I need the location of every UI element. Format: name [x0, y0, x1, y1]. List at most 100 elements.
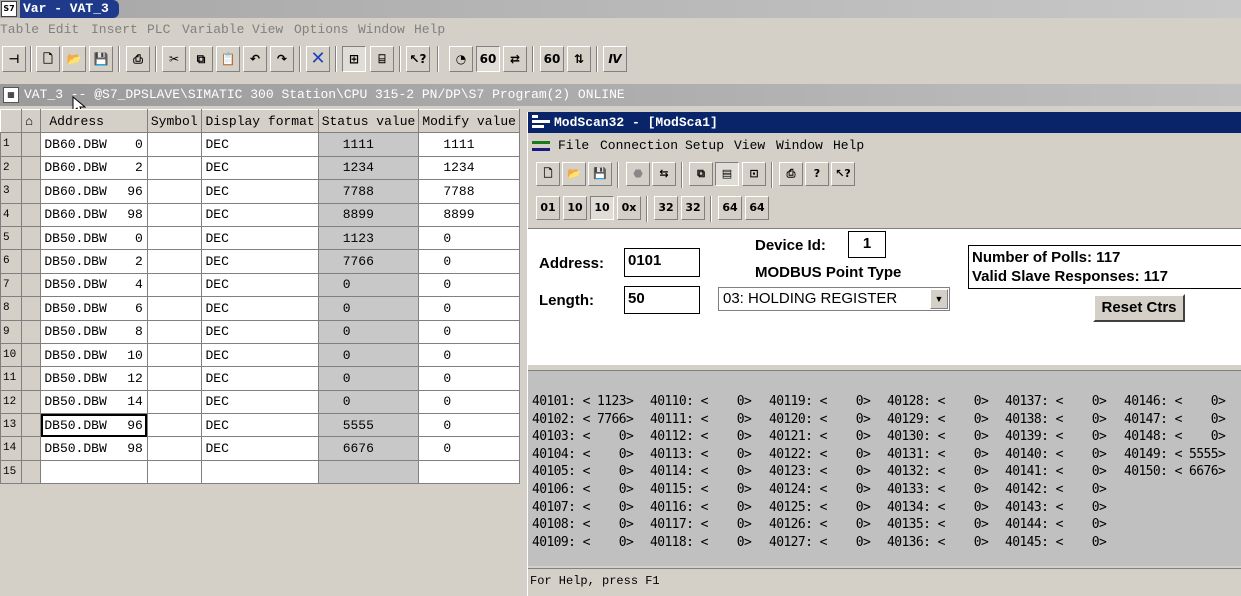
row-marker[interactable] — [21, 249, 42, 274]
delete-x-icon[interactable]: ✕ — [306, 46, 330, 72]
pin-icon[interactable]: ⊣ — [2, 46, 26, 72]
format-cell[interactable]: DEC — [201, 202, 319, 227]
register-value[interactable]: 40125: < 0> — [769, 499, 871, 517]
format-float32-swapped-icon[interactable]: 32 — [681, 196, 705, 220]
register-value[interactable]: 40147: < 0> — [1124, 411, 1226, 429]
menu-edit[interactable]: Edit — [48, 22, 79, 37]
register-value[interactable]: 40112: < 0> — [650, 428, 752, 446]
register-value[interactable]: 40122: < 0> — [769, 446, 871, 464]
about-icon[interactable]: ? — [805, 162, 829, 186]
table-row[interactable]: 6 DB50.DBW 2 DEC 7766 0 — [0, 249, 520, 274]
register-value[interactable]: 40110: < 0> — [650, 393, 752, 411]
row-marker[interactable] — [21, 366, 42, 391]
row-marker[interactable] — [21, 389, 42, 415]
symbol-cell[interactable] — [146, 366, 203, 391]
modscan-save-icon[interactable]: 💾 — [588, 162, 612, 186]
row-number[interactable]: 10 — [0, 342, 23, 368]
register-value[interactable]: 40134: < 0> — [887, 499, 989, 517]
monitor-once-icon[interactable]: 60 — [540, 46, 564, 72]
modify-value-cell[interactable]: 0 — [418, 366, 520, 391]
modify-value-cell[interactable]: 1111 — [418, 132, 520, 157]
row-number[interactable]: 15 — [0, 459, 23, 485]
select-all-cell[interactable]: ⌂ — [21, 108, 42, 134]
modscan-menu-file[interactable]: File — [558, 138, 589, 153]
register-value[interactable]: 40115: < 0> — [650, 481, 752, 499]
register-value[interactable]: 40136: < 0> — [887, 534, 989, 552]
register-value[interactable]: 40109: < 0> — [532, 534, 634, 552]
modify-value-cell[interactable]: 0 — [418, 249, 520, 274]
register-value[interactable]: 40126: < 0> — [769, 516, 871, 534]
format-float64-swapped-icon[interactable]: 64 — [745, 196, 769, 220]
menu-insert[interactable]: Insert — [91, 22, 138, 37]
row-marker[interactable] — [21, 319, 42, 344]
address-cell[interactable] — [40, 459, 148, 485]
modify-variable-icon[interactable]: ⇄ — [503, 46, 527, 72]
table-row[interactable]: 2 DB60.DBW 2 DEC 1234 1234 — [0, 155, 520, 181]
format-cell[interactable]: DEC — [201, 319, 319, 344]
connect-icon[interactable]: ⬣ — [626, 162, 650, 186]
menu-window[interactable]: Window — [358, 22, 405, 37]
modify-value-cell[interactable]: 0 — [418, 413, 520, 438]
register-value[interactable]: 40118: < 0> — [650, 534, 752, 552]
format-decimal-icon[interactable]: 10 — [563, 196, 587, 220]
modify-value-cell[interactable]: 0 — [418, 342, 520, 368]
corner-cell[interactable] — [0, 108, 23, 134]
row-marker[interactable] — [21, 296, 42, 321]
row-number[interactable]: 1 — [0, 132, 23, 157]
row-marker[interactable] — [21, 225, 42, 251]
register-value[interactable]: 40132: < 0> — [887, 463, 989, 481]
register-value[interactable]: 40150: < 6676> — [1124, 463, 1226, 481]
modscan-print-icon[interactable]: ⎙ — [779, 162, 803, 186]
register-value[interactable]: 40101: < 1123> — [532, 393, 634, 411]
table-row[interactable]: 12 DB50.DBW 14 DEC 0 0 — [0, 389, 520, 415]
address-input[interactable]: 0101 — [624, 248, 700, 277]
register-value[interactable]: 40129: < 0> — [887, 411, 989, 429]
modify-value-cell[interactable]: 0 — [418, 296, 520, 321]
paste-icon[interactable]: 📋 — [216, 46, 240, 72]
row-marker[interactable] — [21, 459, 42, 485]
length-input[interactable]: 50 — [624, 286, 700, 314]
symbol-cell[interactable] — [146, 319, 203, 344]
register-value[interactable]: 40124: < 0> — [769, 481, 871, 499]
register-value[interactable]: 40148: < 0> — [1124, 428, 1226, 446]
address-cell[interactable]: DB60.DBW 98 — [40, 202, 148, 227]
row-marker[interactable] — [21, 202, 42, 227]
new-file-icon[interactable]: 🗋 — [36, 46, 60, 72]
register-value[interactable]: 40144: < 0> — [1005, 516, 1107, 534]
modscan-titlebar[interactable]: ModScan32 - [ModSca1] — [528, 112, 1241, 133]
register-value[interactable]: 40133: < 0> — [887, 481, 989, 499]
symbol-cell[interactable] — [146, 436, 203, 461]
register-value[interactable]: 40131: < 0> — [887, 446, 989, 464]
row-marker[interactable] — [21, 132, 42, 157]
modscan-menu-connection[interactable]: Connection — [600, 138, 678, 153]
register-value[interactable]: 40128: < 0> — [887, 393, 989, 411]
modify-value-cell[interactable]: 8899 — [418, 202, 520, 227]
address-cell[interactable]: DB50.DBW 0 — [40, 225, 148, 251]
register-value[interactable]: 40114: < 0> — [650, 463, 752, 481]
symbol-cell[interactable] — [146, 202, 203, 227]
modscan-context-help-icon[interactable]: ↖? — [831, 162, 855, 186]
print-icon[interactable]: ⎙ — [126, 46, 150, 72]
register-value[interactable]: 40127: < 0> — [769, 534, 871, 552]
symbol-cell[interactable] — [146, 132, 203, 157]
row-number[interactable]: 2 — [0, 155, 23, 181]
modify-value-cell[interactable] — [418, 459, 520, 485]
row-number[interactable]: 14 — [0, 436, 23, 461]
symbol-cell[interactable] — [146, 389, 203, 415]
register-value[interactable]: 40130: < 0> — [887, 428, 989, 446]
menu-plc[interactable]: PLC — [147, 22, 170, 37]
register-value[interactable]: 40117: < 0> — [650, 516, 752, 534]
format-cell[interactable]: DEC — [201, 179, 319, 204]
format-cell[interactable]: DEC — [201, 296, 319, 321]
format-cell[interactable]: DEC — [201, 413, 319, 438]
monitor-variable-icon[interactable]: 60 — [476, 46, 500, 72]
context-help-icon[interactable]: ↖? — [406, 46, 430, 72]
format-cell[interactable]: DEC — [201, 366, 319, 391]
modscan-new-icon[interactable]: 🗋 — [536, 162, 560, 186]
row-number[interactable]: 8 — [0, 296, 23, 321]
format-cell[interactable]: DEC — [201, 249, 319, 274]
register-value[interactable]: 40140: < 0> — [1005, 446, 1107, 464]
table-row[interactable]: 3 DB60.DBW 96 DEC 7788 7788 — [0, 179, 520, 204]
symbol-cell[interactable] — [146, 342, 203, 368]
register-value[interactable]: 40120: < 0> — [769, 411, 871, 429]
